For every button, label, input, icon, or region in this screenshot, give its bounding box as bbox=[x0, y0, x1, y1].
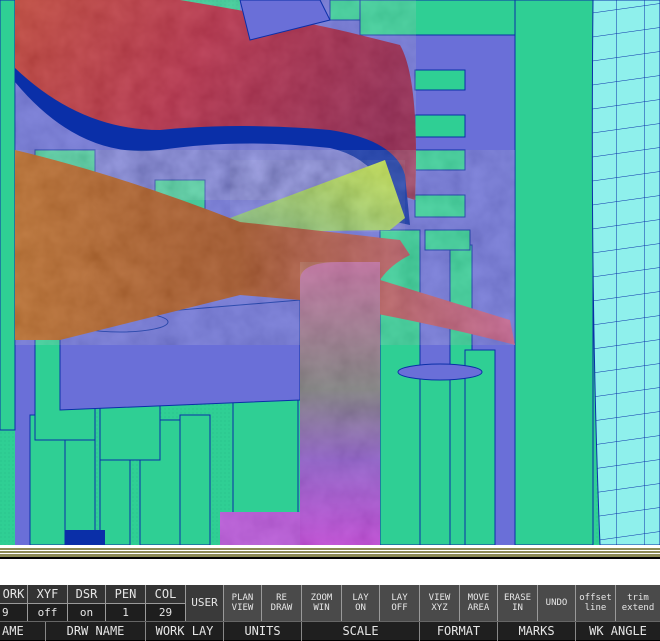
label-drawing-name[interactable]: DRW NAME bbox=[46, 622, 146, 641]
redraw-button[interactable]: RE DRAW bbox=[262, 585, 302, 621]
status-value: 29 bbox=[146, 604, 185, 621]
status-label: PEN bbox=[106, 585, 145, 604]
drawing-canvas bbox=[0, 0, 660, 545]
status-label: ORK bbox=[0, 585, 27, 604]
layer-off-button[interactable]: LAY OFF bbox=[380, 585, 420, 621]
status-label: DSR bbox=[68, 585, 105, 604]
trim-extend-button[interactable]: trim extend bbox=[616, 585, 660, 621]
label-work-angle[interactable]: WK ANGLE bbox=[576, 622, 660, 641]
status-dsr[interactable]: DSR on bbox=[68, 585, 106, 621]
status-value: 9 bbox=[0, 604, 27, 621]
status-value: off bbox=[28, 604, 67, 621]
offset-line-button[interactable]: offset line bbox=[576, 585, 616, 621]
mesh-surface bbox=[591, 0, 660, 545]
erase-in-button[interactable]: ERASE IN bbox=[498, 585, 538, 621]
status-label: COL bbox=[146, 585, 185, 604]
view-xyz-button[interactable]: VIEW XYZ bbox=[420, 585, 460, 621]
label-marks[interactable]: MARKS bbox=[498, 622, 576, 641]
status-xyf[interactable]: XYF off bbox=[28, 585, 68, 621]
label-format[interactable]: FORMAT bbox=[420, 622, 498, 641]
status-colour[interactable]: COL 29 bbox=[146, 585, 186, 621]
label-name[interactable]: AME bbox=[0, 622, 46, 641]
label-scale[interactable]: SCALE bbox=[302, 622, 420, 641]
status-pen[interactable]: PEN 1 bbox=[106, 585, 146, 621]
status-work-layer[interactable]: ORK 9 bbox=[0, 585, 28, 621]
status-label: XYF bbox=[28, 585, 67, 604]
user-button[interactable]: USER bbox=[186, 585, 224, 621]
function-label-bar: AME DRW NAME WORK LAY UNITS SCALE FORMAT… bbox=[0, 621, 660, 641]
label-units[interactable]: UNITS bbox=[224, 622, 302, 641]
status-toolbar: ORK 9 XYF off DSR on PEN 1 COL 29 USER P… bbox=[0, 585, 660, 621]
status-value: 1 bbox=[106, 604, 145, 621]
layer-on-button[interactable]: LAY ON bbox=[342, 585, 380, 621]
status-value: on bbox=[68, 604, 105, 621]
zoom-window-button[interactable]: ZOOM WIN bbox=[302, 585, 342, 621]
plan-view-button[interactable]: PLAN VIEW bbox=[224, 585, 262, 621]
move-area-button[interactable]: MOVE AREA bbox=[460, 585, 498, 621]
label-work-layer[interactable]: WORK LAY bbox=[146, 622, 224, 641]
cad-viewport[interactable] bbox=[0, 0, 660, 545]
viewport-separator bbox=[0, 545, 660, 585]
undo-button[interactable]: UNDO bbox=[538, 585, 576, 621]
